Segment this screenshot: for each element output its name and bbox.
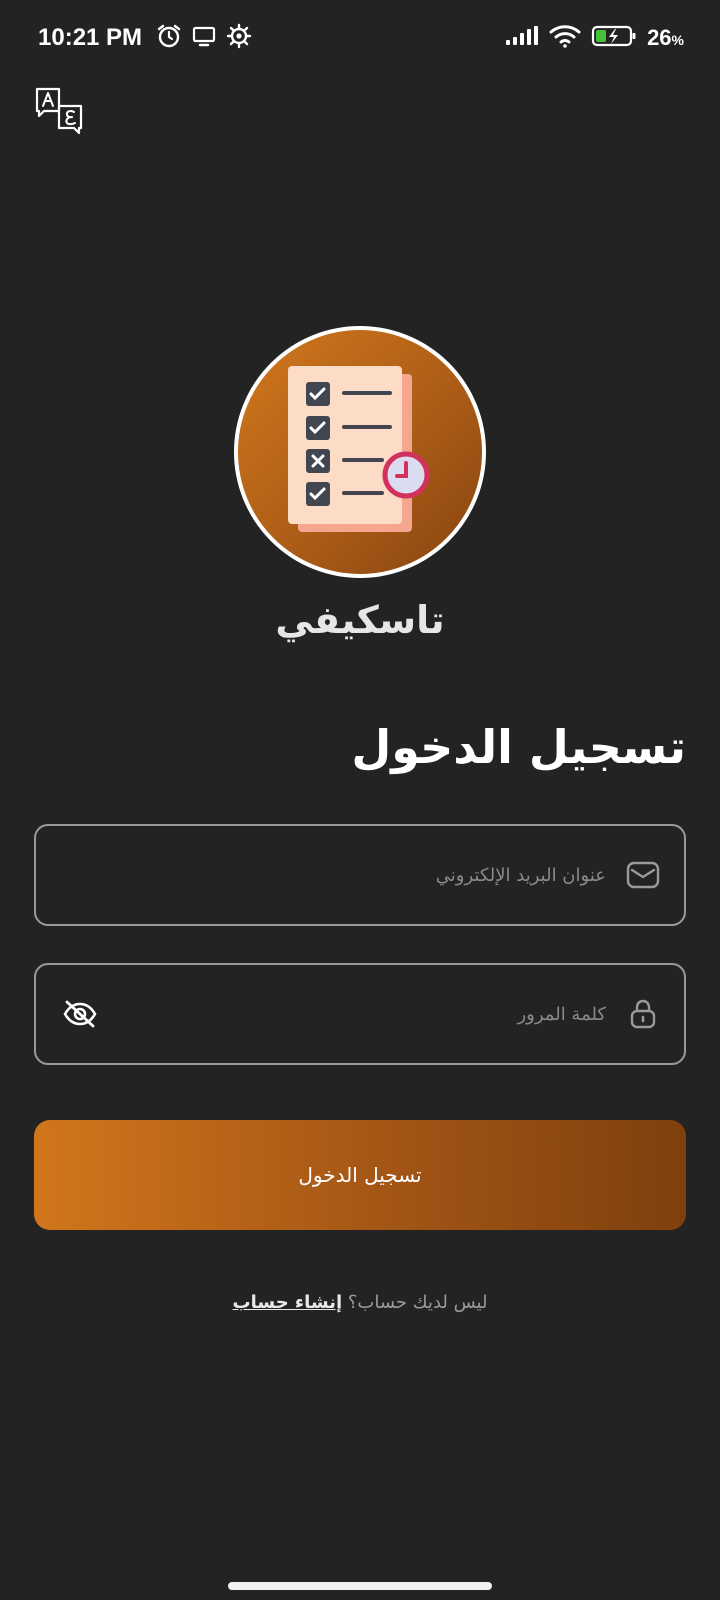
login-button[interactable]: تسجيل الدخول — [34, 1120, 686, 1230]
status-left: 10:21 PM — [38, 23, 252, 53]
mail-icon — [626, 858, 660, 892]
status-bar: 10:21 PM 26% — [0, 0, 720, 76]
battery-value: 26 — [647, 25, 672, 50]
signup-link[interactable]: إنشاء حساب — [233, 1292, 343, 1313]
alarm-icon — [156, 23, 182, 53]
screen-icon — [192, 25, 216, 51]
settings-icon — [226, 23, 252, 53]
eye-off-icon[interactable] — [60, 994, 100, 1034]
battery-charging-icon — [591, 24, 637, 52]
page-title: تسجيل الدخول — [351, 720, 686, 774]
password-placeholder: كلمة المرور — [517, 1003, 606, 1025]
signup-prompt: ليس لديك حساب؟ إنشاء حساب — [0, 1292, 720, 1313]
app-name: تاسكيفي — [275, 598, 445, 642]
no-account-text: ليس لديك حساب؟ — [347, 1292, 488, 1313]
home-indicator[interactable] — [228, 1582, 492, 1590]
email-field[interactable]: عنوان البريد الإلكتروني — [34, 824, 686, 926]
lock-icon — [626, 997, 660, 1031]
wifi-icon — [549, 24, 581, 52]
password-field[interactable]: كلمة المرور — [34, 963, 686, 1065]
signal-icon — [505, 25, 539, 51]
translate-icon[interactable] — [34, 86, 84, 138]
status-right: 26% — [505, 24, 684, 52]
email-placeholder: عنوان البريد الإلكتروني — [435, 864, 606, 886]
status-time: 10:21 PM — [38, 24, 143, 51]
battery-unit: % — [671, 32, 684, 48]
app-logo — [234, 326, 486, 578]
battery-percentage: 26% — [647, 25, 684, 51]
checklist-clock-icon — [288, 366, 430, 532]
